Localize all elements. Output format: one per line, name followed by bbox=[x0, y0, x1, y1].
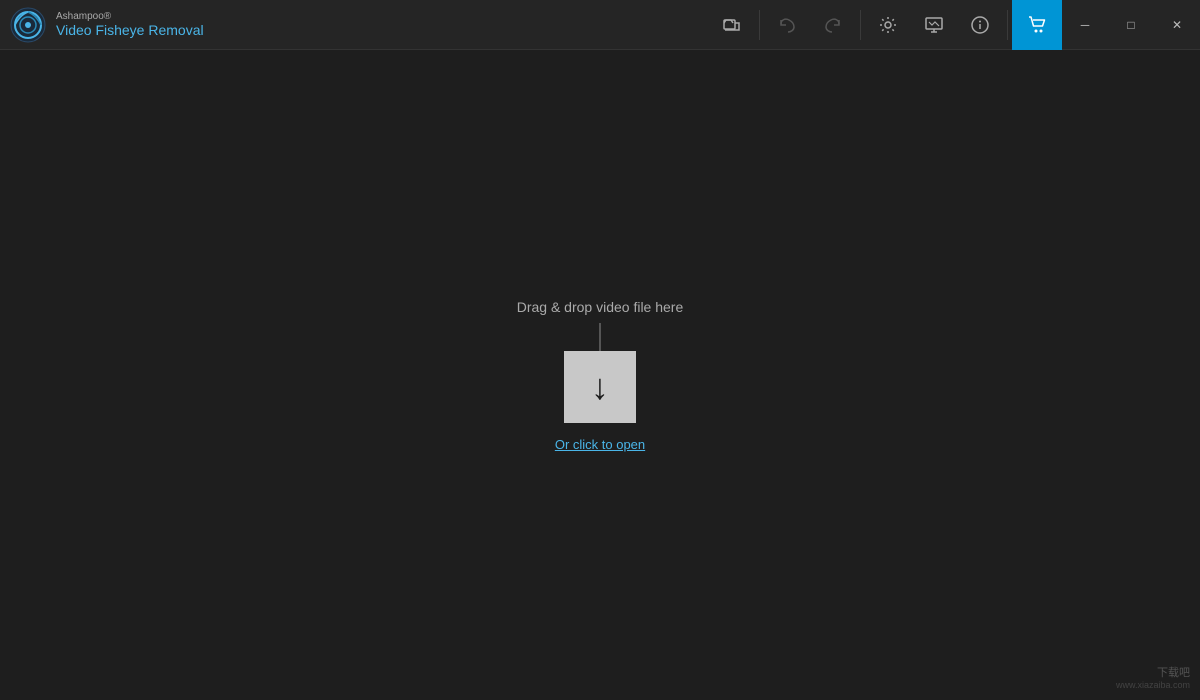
app-name: Video Fisheye Removal bbox=[56, 22, 204, 38]
drop-area[interactable]: Drag & drop video file here ↓ Or click t… bbox=[517, 299, 684, 452]
title-bar-right: ─ □ ✕ bbox=[709, 0, 1200, 50]
undo-button[interactable] bbox=[764, 0, 810, 50]
drop-arrow-container: ↓ bbox=[564, 323, 636, 423]
minimize-button[interactable]: ─ bbox=[1062, 0, 1108, 50]
click-to-open-link[interactable]: Or click to open bbox=[555, 437, 645, 452]
separator-1 bbox=[759, 10, 760, 40]
redo-button[interactable] bbox=[810, 0, 856, 50]
app-logo bbox=[10, 7, 46, 43]
window-controls: ─ □ ✕ bbox=[1062, 0, 1200, 50]
drop-line bbox=[599, 323, 601, 351]
title-bar-left: Ashampoo® Video Fisheye Removal bbox=[10, 7, 204, 43]
maximize-button[interactable]: □ bbox=[1108, 0, 1154, 50]
toolbar-buttons bbox=[709, 0, 1062, 50]
drop-box: ↓ bbox=[564, 351, 636, 423]
watermark-line2: www.xiazaiba.com bbox=[1116, 680, 1190, 690]
settings-button[interactable] bbox=[865, 0, 911, 50]
watermark: 下载吧 www.xiazaiba.com bbox=[1116, 664, 1190, 690]
separator-3 bbox=[1007, 10, 1008, 40]
open-file-button[interactable] bbox=[709, 0, 755, 50]
separator-2 bbox=[860, 10, 861, 40]
app-title: Ashampoo® Video Fisheye Removal bbox=[56, 11, 204, 38]
info-button[interactable] bbox=[957, 0, 1003, 50]
close-button[interactable]: ✕ bbox=[1154, 0, 1200, 50]
display-button[interactable] bbox=[911, 0, 957, 50]
watermark-line1: 下载吧 bbox=[1116, 664, 1190, 680]
buy-button[interactable] bbox=[1012, 0, 1062, 50]
title-bar: Ashampoo® Video Fisheye Removal bbox=[0, 0, 1200, 50]
drag-drop-text: Drag & drop video file here bbox=[517, 299, 684, 315]
app-brand: Ashampoo® bbox=[56, 11, 204, 22]
main-content: Drag & drop video file here ↓ Or click t… bbox=[0, 50, 1200, 700]
down-arrow-icon: ↓ bbox=[591, 369, 609, 405]
